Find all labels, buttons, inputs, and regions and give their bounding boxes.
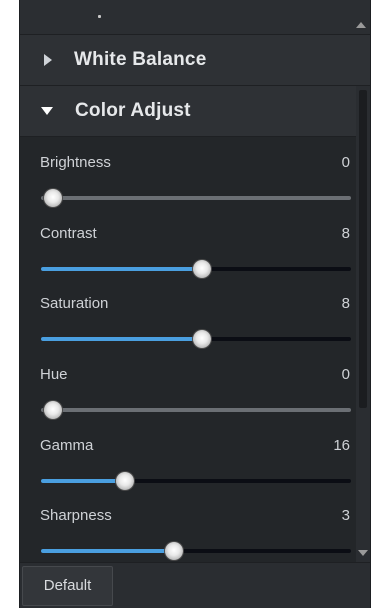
slider-track[interactable]	[41, 189, 351, 207]
slider-row-contrast: Contrast 8	[20, 208, 356, 278]
slider-row-gamma: Gamma 16	[20, 420, 356, 490]
slider-fill	[41, 337, 203, 341]
slider-label: Gamma	[40, 437, 94, 454]
slider-value: 8	[341, 295, 350, 312]
section-title: White Balance	[74, 49, 207, 70]
caret-right-icon	[44, 54, 52, 66]
slider-thumb[interactable]	[193, 330, 212, 348]
settings-panel: White Balance Color Adjust Brightness 0 …	[19, 0, 371, 608]
collapsed-top-strip	[20, 0, 370, 35]
slider-value: 3	[341, 507, 350, 524]
slider-value: 0	[341, 154, 350, 171]
slider-row-hue: Hue 0	[20, 349, 356, 419]
slider-track[interactable]	[41, 260, 351, 278]
slider-thumb[interactable]	[115, 472, 134, 490]
slider-row-sharpness: Sharpness 3	[20, 490, 356, 560]
scroll-down-arrow-icon[interactable]	[358, 550, 368, 556]
slider-thumb[interactable]	[165, 542, 184, 560]
slider-track[interactable]	[41, 401, 351, 419]
slider-track[interactable]	[41, 330, 351, 348]
section-white-balance[interactable]: White Balance	[20, 35, 370, 86]
slider-fill	[41, 479, 125, 483]
scrollbar-thumb[interactable]	[359, 90, 367, 408]
scroll-up-arrow-icon[interactable]	[356, 22, 366, 28]
section-color-adjust[interactable]: Color Adjust	[20, 86, 370, 137]
slider-row-brightness: Brightness 0	[20, 137, 356, 207]
slider-label: Contrast	[40, 225, 97, 242]
slider-track[interactable]	[41, 472, 351, 490]
slider-value: 16	[333, 437, 350, 454]
slider-label: Saturation	[40, 295, 109, 312]
slider-value: 0	[341, 366, 350, 383]
slider-thumb[interactable]	[193, 260, 212, 278]
section-title: Color Adjust	[75, 100, 191, 121]
slider-row-saturation: Saturation 8	[20, 278, 356, 348]
slider-thumb[interactable]	[44, 401, 63, 419]
slider-fill	[41, 267, 203, 271]
vertical-scrollbar[interactable]	[356, 86, 370, 562]
slider-fill	[41, 549, 175, 553]
slider-thumb[interactable]	[44, 189, 63, 207]
panel-footer: Default	[20, 562, 370, 608]
caret-down-icon	[41, 107, 53, 115]
slider-track[interactable]	[41, 542, 351, 560]
slider-value: 8	[341, 225, 350, 242]
slider-label: Brightness	[40, 154, 111, 171]
default-button[interactable]: Default	[22, 566, 113, 606]
dot-icon	[98, 15, 101, 18]
slider-label: Sharpness	[40, 507, 112, 524]
slider-label: Hue	[40, 366, 68, 383]
color-adjust-content: Brightness 0 Contrast 8 Saturation 8 Hue…	[20, 137, 356, 562]
